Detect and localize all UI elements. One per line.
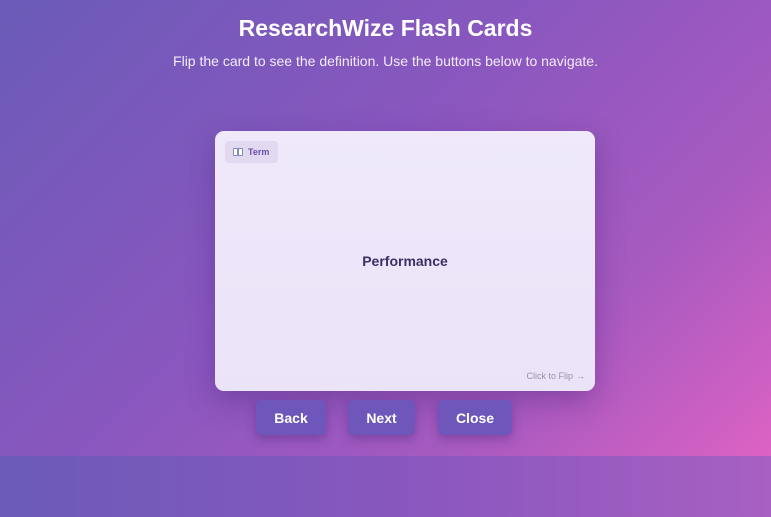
close-button[interactable]: Close (438, 400, 512, 435)
back-button[interactable]: Back (256, 400, 326, 435)
app-background: ResearchWize Flash Cards Flip the card t… (0, 0, 771, 456)
arrow-right-icon: → (576, 371, 585, 381)
term-badge: Term (225, 141, 279, 163)
card-term-text: Performance (362, 253, 448, 269)
term-badge-label: Term (248, 147, 270, 157)
book-icon (233, 147, 244, 157)
flip-hint: Click to Flip → (526, 371, 585, 381)
page-title: ResearchWize Flash Cards (238, 15, 533, 41)
flash-card[interactable]: Term Performance Click to Flip → (215, 131, 595, 391)
next-button[interactable]: Next (348, 400, 415, 435)
flip-hint-label: Click to Flip (526, 371, 573, 381)
footer-band (0, 456, 771, 517)
page-subtitle: Flip the card to see the definition. Use… (173, 53, 598, 69)
navigation-buttons: Back Next Close (0, 400, 771, 436)
